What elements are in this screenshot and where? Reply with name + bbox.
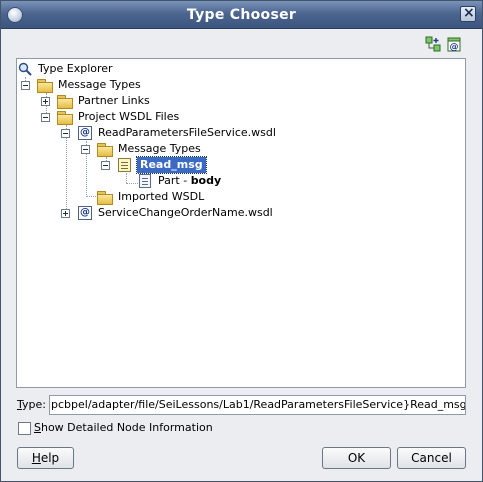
title-bar[interactable]: Type Chooser ×: [1, 1, 482, 29]
message-type-icon: [118, 158, 131, 172]
svg-text:@: @: [450, 43, 459, 53]
tree-item-label: Message Types: [58, 78, 141, 91]
folder-icon: [57, 95, 73, 109]
tree-item-label-selected: Read_msg: [136, 156, 207, 174]
open-folder-icon: [57, 111, 73, 125]
tree-item-label: ServiceChangeOrderName.wsdl: [98, 206, 273, 219]
part-name: body: [190, 174, 222, 187]
collapse-icon[interactable]: [81, 145, 90, 154]
open-folder-icon: [97, 143, 113, 157]
collapse-icon[interactable]: [41, 113, 50, 122]
tree-item-label: Partner Links: [78, 94, 150, 107]
checkbox-mnemonic: S: [34, 421, 41, 434]
dialog-title: Type Chooser: [186, 7, 297, 23]
ok-button[interactable]: OK: [322, 447, 391, 469]
expand-tree-icon[interactable]: [425, 36, 441, 52]
expand-icon[interactable]: [41, 97, 50, 106]
cancel-button[interactable]: Cancel: [397, 447, 466, 469]
close-icon: ×: [463, 5, 475, 21]
tree-item-label: Project WSDL Files: [78, 110, 180, 123]
tree-item-label: Type Explorer: [38, 62, 113, 75]
magnifier-icon: [18, 62, 32, 76]
part-prefix: Part -: [158, 174, 191, 187]
tree-connector: [66, 125, 67, 215]
tree-item-label: ReadParametersFileService.wsdl: [98, 126, 276, 139]
tree-connector: [126, 173, 127, 183]
new-type-icon[interactable]: @: [446, 36, 462, 52]
type-chooser-dialog: Type Chooser × @ Type Explorer Message T…: [0, 0, 483, 482]
tree-item-label: Imported WSDL: [118, 190, 205, 203]
collapse-icon[interactable]: [21, 81, 30, 90]
type-label-text: ype:: [22, 398, 46, 411]
collapse-icon[interactable]: [61, 129, 70, 138]
tree-item-label: Part - body: [158, 173, 221, 189]
part-icon: [139, 174, 151, 188]
help-label: elp: [40, 451, 60, 465]
show-detailed-node-info-label[interactable]: Show Detailed Node Information: [34, 421, 213, 434]
wsdl-file-icon: @: [78, 126, 92, 140]
help-button[interactable]: Help: [17, 447, 74, 469]
help-mnemonic: H: [31, 451, 41, 465]
tree-connector: [126, 183, 138, 184]
tree-item-label: Message Types: [118, 142, 201, 155]
wsdl-file-icon: @: [78, 206, 92, 220]
show-detailed-node-info-checkbox[interactable]: [18, 422, 31, 435]
type-input[interactable]: pcbpel/adapter/file/SeiLessons/Lab1/Read…: [49, 395, 466, 415]
checkbox-label-text: how Detailed Node Information: [40, 421, 213, 434]
type-explorer-tree[interactable]: Type Explorer Message Types Partner Link…: [16, 58, 466, 388]
collapse-icon[interactable]: [101, 161, 110, 170]
open-folder-icon: [37, 79, 53, 93]
folder-icon: [97, 191, 113, 205]
close-button[interactable]: ×: [460, 5, 476, 22]
type-label: Type:: [17, 398, 46, 411]
expand-icon[interactable]: [61, 209, 70, 218]
